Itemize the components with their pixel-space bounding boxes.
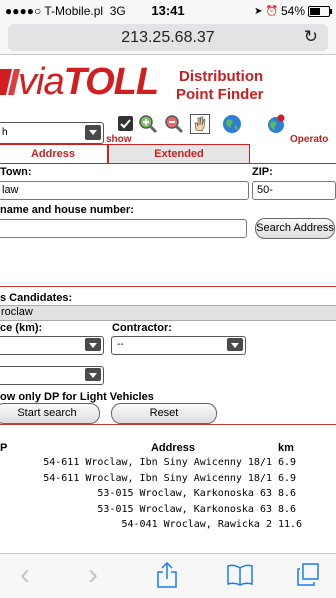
alarm-icon: ⏰ [265, 5, 278, 17]
candidate-item[interactable]: roclaw [0, 305, 336, 321]
distance-select[interactable] [0, 336, 104, 355]
col-header-km: km [278, 442, 294, 454]
contractor-label: Contractor: [112, 322, 172, 334]
checkbox-icon[interactable] [116, 114, 136, 134]
back-icon[interactable]: ‹ [20, 558, 30, 592]
reset-button[interactable]: Reset [111, 403, 217, 424]
chevron-down-icon [85, 338, 101, 351]
app-header: viaTOLL Distribution Point Finder [0, 58, 336, 108]
result-address[interactable]: 53-015 Wroclaw, Karkonoska 63 [22, 504, 272, 515]
browser-bottom-bar: ‹ › [0, 553, 336, 598]
tab-extended[interactable]: Extended [108, 144, 250, 164]
search-tabs: Address Extended [0, 144, 336, 164]
tabs-divider [0, 163, 336, 164]
col-header-dp: P [0, 442, 8, 454]
result-km: 11.6 [278, 519, 303, 530]
url-text: 213.25.68.37 [121, 29, 215, 46]
share-icon[interactable] [156, 562, 178, 588]
search-mode-value: h [2, 127, 8, 138]
status-bar: ●●●●○ T-Mobile.pl 3G 13:41 ➤ ⏰ 54% [0, 0, 336, 20]
tabs-icon[interactable] [296, 563, 320, 587]
tab-address[interactable]: Address [0, 144, 108, 163]
chevron-down-icon [85, 368, 101, 381]
zip-input-value: 50- [257, 184, 273, 196]
map-toolbar: h show Operato [0, 112, 336, 145]
zoom-out-icon[interactable] [164, 114, 184, 134]
logo-via: via [18, 61, 65, 103]
town-input-value: law [2, 184, 19, 196]
app-title: Distribution Point Finder [176, 68, 264, 104]
candidate-value: roclaw [1, 306, 33, 318]
result-address[interactable]: 53-015 Wroclaw, Karkonoska 63 [22, 488, 272, 499]
third-select[interactable] [0, 366, 104, 385]
candidates-label: s Candidates: [0, 292, 73, 304]
result-km: 8.6 [278, 503, 297, 515]
distance-label: ce (km): [0, 322, 43, 334]
light-vehicles-label[interactable]: ow only DP for Light Vehicles [0, 391, 154, 403]
town-input[interactable]: law [0, 181, 249, 200]
operator-globe-icon[interactable] [266, 114, 286, 134]
town-label: Town: [0, 166, 32, 178]
result-km: 6.9 [278, 472, 297, 484]
zoom-in-icon[interactable] [138, 114, 158, 134]
app-title-line1: Distribution [179, 68, 264, 85]
section-divider-2 [0, 424, 336, 425]
chrome-divider [0, 54, 336, 55]
zip-label: ZIP: [252, 166, 273, 178]
status-right: ➤ ⏰ 54% [254, 4, 332, 18]
battery-icon [308, 5, 332, 17]
logo-toll: TOLL [63, 61, 160, 103]
start-search-button[interactable]: Start search [0, 403, 100, 424]
pan-hand-icon[interactable] [190, 114, 210, 134]
street-input[interactable] [0, 219, 247, 238]
chevron-down-icon [227, 338, 243, 351]
location-icon: ➤ [254, 5, 263, 17]
contractor-value: -- [117, 339, 124, 350]
street-label: name and house number: [0, 204, 134, 216]
section-divider [0, 286, 336, 287]
result-address[interactable]: 54-041 Wroclaw, Rawicka 2 [22, 519, 272, 530]
bookmarks-icon[interactable] [226, 564, 254, 586]
forward-icon[interactable]: › [88, 558, 98, 592]
reload-icon[interactable]: ↻ [304, 27, 318, 47]
browser-top-chrome: ●●●●○ T-Mobile.pl 3G 13:41 ➤ ⏰ 54% 213.2… [0, 0, 336, 54]
globe-icon[interactable] [222, 114, 242, 134]
result-address[interactable]: 54-611 Wroclaw, Ibn Siny Awicenny 18/1 [22, 457, 272, 468]
url-bar[interactable]: 213.25.68.37 ↻ [8, 24, 328, 51]
viatoll-logo: viaTOLL [18, 61, 160, 104]
search-address-button[interactable]: Search Address [255, 218, 335, 239]
app-title-line2: Point Finder [176, 86, 264, 103]
result-km: 8.6 [278, 488, 297, 499]
search-mode-select[interactable]: h [0, 122, 104, 144]
chevron-down-icon [85, 125, 101, 140]
col-header-address: Address [150, 442, 196, 454]
contractor-select[interactable]: -- [111, 336, 246, 355]
zip-input[interactable]: 50- [252, 181, 336, 200]
result-address[interactable]: 54-611 Wroclaw, Ibn Siny Awicenny 18/1 [22, 473, 272, 484]
battery-percent: 54% [280, 4, 305, 18]
result-km: 6.9 [278, 457, 297, 468]
